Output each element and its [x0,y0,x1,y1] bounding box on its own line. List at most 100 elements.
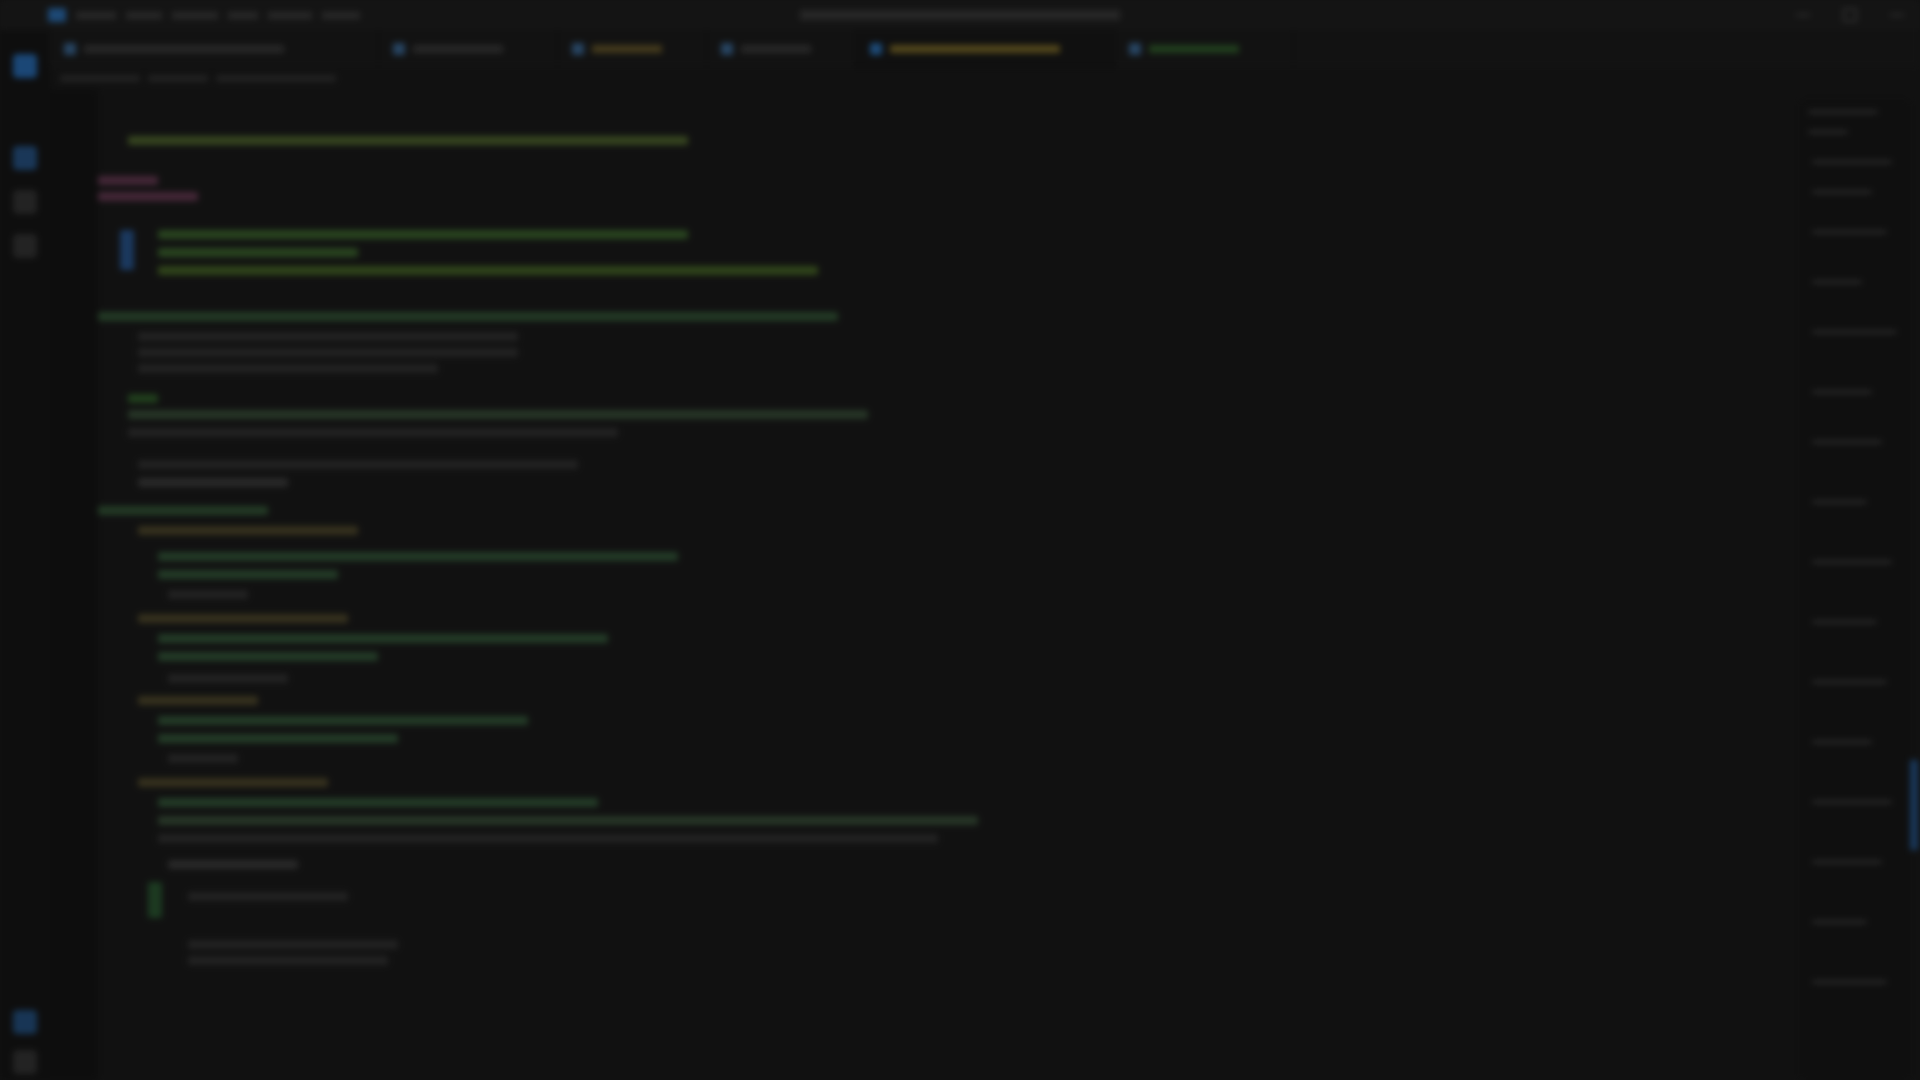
menu-item[interactable] [172,11,218,19]
code-line [168,754,238,763]
file-type-icon [572,43,584,55]
close-icon[interactable] [1889,14,1904,16]
tab-active[interactable] [856,30,1115,68]
tab-label [84,45,284,53]
search-icon[interactable] [13,146,37,170]
minimap-line [1812,740,1872,744]
code-line [128,394,158,403]
minimap-line [1812,280,1862,284]
minimap-line [1812,390,1872,394]
file-type-icon [1129,43,1141,55]
code-line [138,348,518,357]
tab[interactable] [558,30,707,68]
code-line [138,778,328,787]
code-line [158,266,818,275]
maximize-icon[interactable] [1842,8,1857,22]
activity-bar [0,30,50,1080]
minimap-line [1812,500,1867,504]
code-line [158,652,378,661]
minimap-line [1812,620,1877,624]
line-number-gutter [50,90,98,1080]
code-line [168,590,248,599]
scrollbar-thumb[interactable] [1910,760,1918,850]
minimap-line [1812,330,1897,334]
menu-item[interactable] [76,11,116,19]
source-control-icon[interactable] [13,190,37,214]
code-line [120,230,134,270]
extensions-icon[interactable] [13,234,37,258]
minimap-line [1808,110,1878,114]
code-line [158,834,938,843]
tab-label [890,45,1060,53]
minimap-line [1812,980,1887,984]
code-editor[interactable] [98,90,1798,1080]
code-line [158,570,338,579]
code-line [158,816,978,825]
tab-label [741,45,811,53]
minimap-line [1812,560,1892,564]
menu-item[interactable] [228,11,258,19]
editor-window [0,0,1920,1080]
tab[interactable] [707,30,856,68]
code-line [158,634,608,643]
menu-item[interactable] [322,11,360,19]
app-logo-icon [48,8,66,22]
code-line [158,552,678,561]
tab[interactable] [379,30,558,68]
code-line [128,410,868,419]
window-controls [1780,0,1920,30]
code-line [188,940,398,949]
file-type-icon [721,43,733,55]
minimap[interactable] [1800,100,1910,1080]
window-title [800,10,1120,20]
editor-tabs [50,30,1920,68]
code-line [138,364,438,373]
breadcrumb-item[interactable] [148,74,208,82]
tab[interactable] [1115,30,1294,68]
code-line [158,734,398,743]
code-line [138,696,258,705]
minimap-line [1812,160,1892,164]
tab[interactable] [50,30,379,68]
minimap-line [1812,860,1882,864]
code-line [138,460,578,469]
code-line [138,614,348,623]
breadcrumb-item[interactable] [60,74,140,82]
title-bar [0,0,1920,30]
minimap-line [1808,130,1848,134]
code-line [168,674,288,683]
file-type-icon [64,43,76,55]
explorer-icon[interactable] [13,54,37,78]
code-line [98,506,268,515]
account-icon[interactable] [13,1010,37,1034]
code-line [188,892,348,901]
minimap-line [1812,800,1892,804]
code-line [168,860,298,869]
minimap-line [1812,230,1887,234]
menu-item[interactable] [268,11,312,19]
code-line [128,136,688,145]
code-line [158,248,358,257]
settings-icon[interactable] [13,1050,37,1074]
file-type-icon [393,43,405,55]
code-line [188,956,388,965]
code-line [158,716,528,725]
tab-label [592,45,662,53]
tab-label [1149,45,1239,53]
code-line [128,428,618,437]
code-line [138,332,518,341]
minimap-line [1812,440,1882,444]
file-type-icon [870,43,882,55]
code-line [148,882,162,918]
breadcrumb[interactable] [60,70,420,86]
code-line [138,478,288,487]
code-line [98,176,158,185]
menu-item[interactable] [126,11,162,19]
minimize-icon[interactable] [1796,14,1811,16]
minimap-line [1812,920,1867,924]
code-line [98,312,838,321]
code-line [98,192,198,201]
code-line [138,526,358,535]
breadcrumb-item[interactable] [216,74,336,82]
code-line [158,230,688,239]
